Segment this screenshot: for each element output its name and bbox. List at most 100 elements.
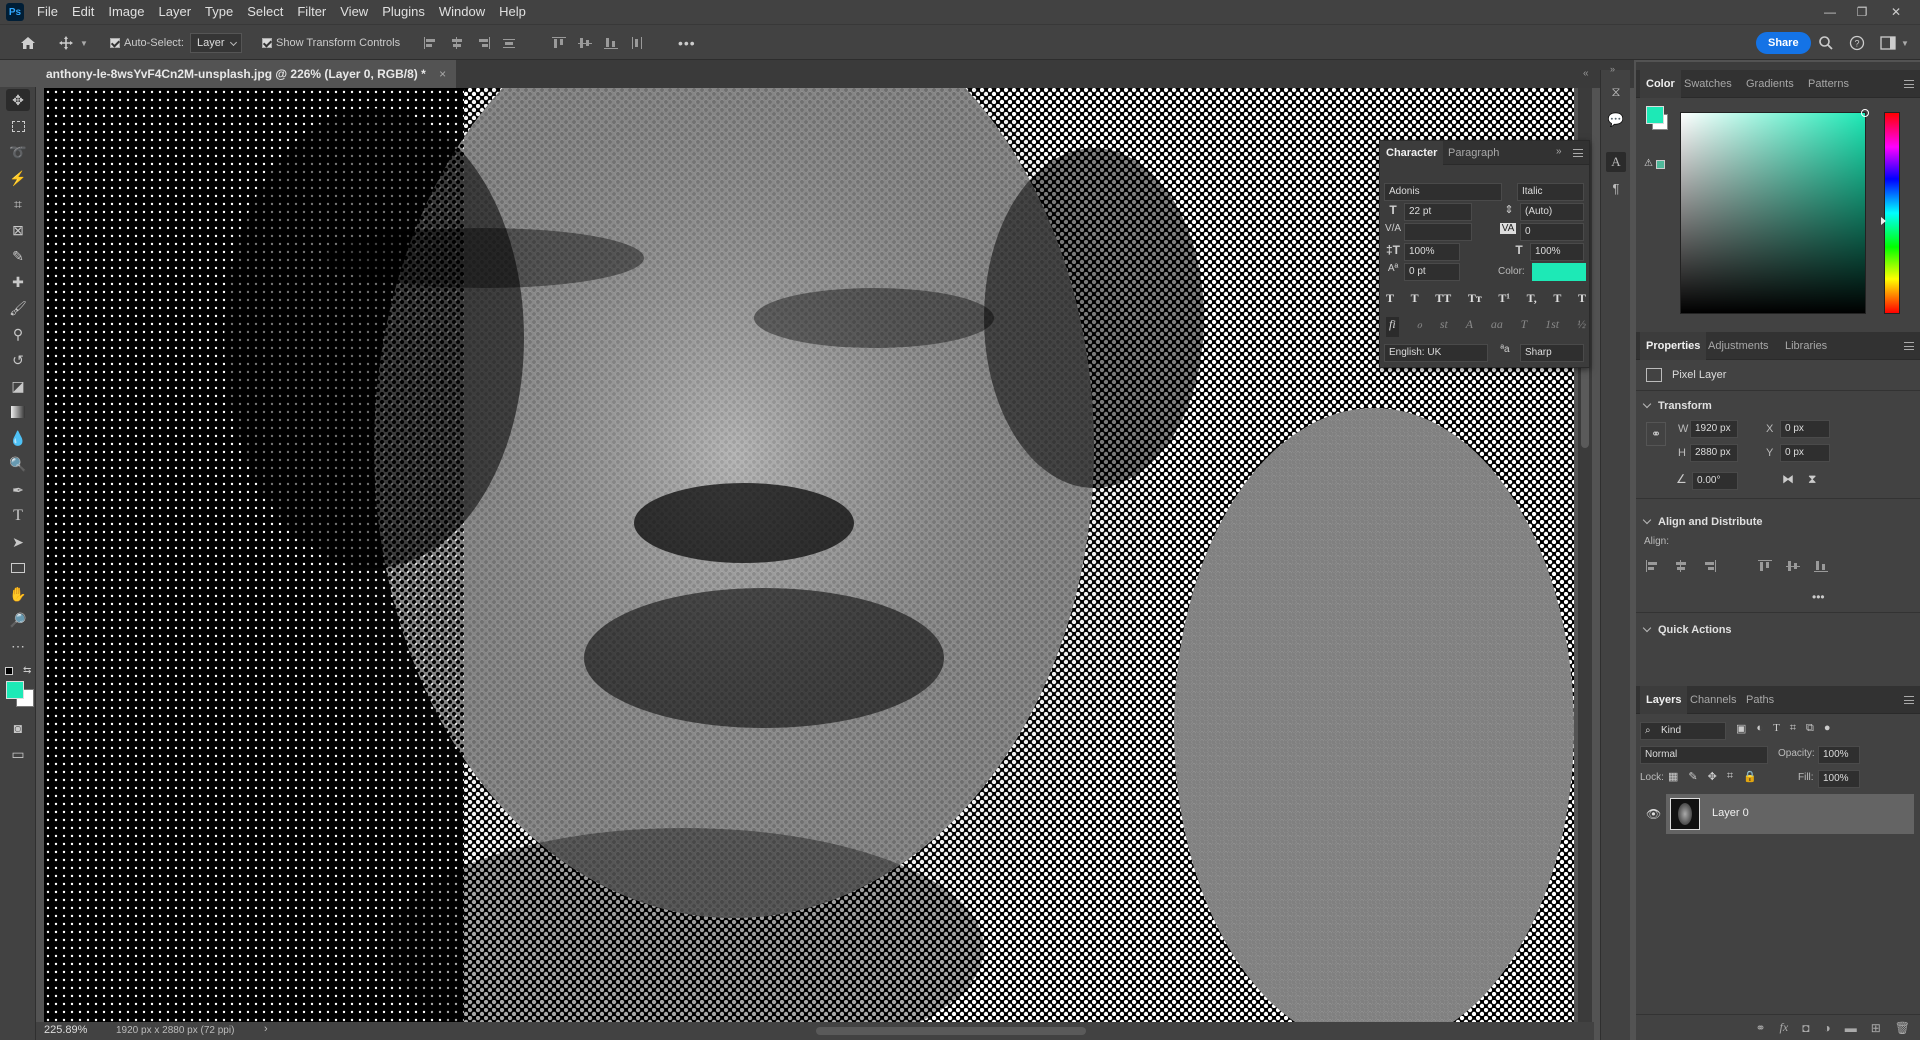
menu-edit[interactable]: Edit bbox=[65, 0, 101, 24]
gamut-swatch[interactable] bbox=[1656, 160, 1665, 169]
zoom-tool-icon[interactable]: 🔎 bbox=[6, 609, 30, 631]
tab-gradients[interactable]: Gradients bbox=[1740, 70, 1800, 98]
more-options-icon[interactable]: ••• bbox=[678, 25, 696, 61]
collapse-panel-icon[interactable]: » bbox=[1556, 146, 1562, 157]
align-top-icon[interactable] bbox=[1758, 560, 1772, 572]
paragraph-panel-icon[interactable]: ¶ bbox=[1606, 178, 1626, 198]
crop-tool-icon[interactable]: ⌗ bbox=[6, 193, 30, 215]
antialias-select[interactable]: Sharp bbox=[1520, 344, 1584, 362]
status-menu-arrow[interactable]: › bbox=[264, 1023, 268, 1035]
font-style-select[interactable]: Italic bbox=[1517, 183, 1584, 201]
tab-swatches[interactable]: Swatches bbox=[1678, 70, 1738, 98]
character-panel-icon[interactable]: A bbox=[1606, 152, 1626, 172]
lock-all-icon[interactable]: 🔒 bbox=[1743, 770, 1757, 783]
menu-window[interactable]: Window bbox=[432, 0, 492, 24]
dodge-tool-icon[interactable]: 🔍 bbox=[6, 453, 30, 475]
hue-slider-handle[interactable] bbox=[1881, 217, 1886, 225]
close-window-icon[interactable]: ✕ bbox=[1882, 0, 1910, 24]
blur-tool-icon[interactable]: 💧 bbox=[6, 427, 30, 449]
foreground-color-swatch[interactable] bbox=[6, 681, 24, 699]
new-layer-icon[interactable]: ⊞ bbox=[1871, 1021, 1881, 1035]
align-right-icon[interactable] bbox=[1702, 560, 1716, 572]
brush-tool-icon[interactable]: 🖌 bbox=[6, 297, 30, 319]
distribute-vertical-icon[interactable] bbox=[630, 37, 644, 49]
tracking-field[interactable]: 0 bbox=[1520, 223, 1584, 241]
language-select[interactable]: English: UK bbox=[1384, 344, 1488, 362]
opentype-button-5[interactable]: T bbox=[1521, 317, 1528, 337]
tab-character[interactable]: Character bbox=[1380, 141, 1444, 165]
comments-panel-icon[interactable]: 💬 bbox=[1606, 110, 1626, 130]
layer-filter-select[interactable]: ⌕ Kind bbox=[1640, 722, 1726, 740]
menu-layer[interactable]: Layer bbox=[152, 0, 199, 24]
adjustment-layer-icon[interactable]: ◑ bbox=[1823, 1021, 1830, 1035]
type-style-button-2[interactable]: TT bbox=[1435, 291, 1451, 311]
more-align-options-icon[interactable]: ••• bbox=[1812, 590, 1825, 604]
align-left-icon[interactable] bbox=[1646, 560, 1660, 572]
lock-artboard-icon[interactable]: ⌗ bbox=[1727, 770, 1733, 783]
share-button[interactable]: Share bbox=[1756, 32, 1811, 54]
search-icon[interactable] bbox=[1818, 25, 1834, 61]
align-distribute-section-header[interactable]: Align and Distribute bbox=[1644, 516, 1763, 528]
chevron-down-icon[interactable]: ▼ bbox=[1901, 39, 1909, 48]
opentype-button-4[interactable]: aa bbox=[1491, 317, 1503, 337]
quick-actions-section-header[interactable]: Quick Actions bbox=[1644, 624, 1732, 636]
font-family-select[interactable]: Adonis bbox=[1384, 183, 1502, 201]
tab-color[interactable]: Color bbox=[1640, 70, 1681, 98]
opentype-button-0[interactable]: fi bbox=[1386, 317, 1399, 337]
tab-paragraph[interactable]: Paragraph bbox=[1442, 141, 1505, 165]
help-icon[interactable]: ? bbox=[1849, 25, 1865, 61]
color-picker-marker[interactable] bbox=[1861, 109, 1869, 117]
smart-object-filter-icon[interactable]: ⧉ bbox=[1806, 722, 1814, 735]
link-layers-icon[interactable]: ⚭ bbox=[1755, 1021, 1765, 1035]
new-group-icon[interactable]: ▬ bbox=[1845, 1021, 1857, 1035]
font-size-field[interactable]: 22 pt bbox=[1404, 203, 1472, 221]
tab-layers[interactable]: Layers bbox=[1640, 686, 1688, 714]
distribute-icon[interactable] bbox=[502, 37, 516, 49]
history-panel-icon[interactable]: ⧖ bbox=[1606, 82, 1626, 102]
type-style-button-1[interactable]: T bbox=[1411, 291, 1419, 311]
document-canvas[interactable] bbox=[44, 88, 1574, 1022]
filter-toggle-icon[interactable]: ● bbox=[1824, 722, 1831, 735]
lock-transparent-icon[interactable]: ▦ bbox=[1668, 770, 1678, 783]
height-field[interactable]: 2880 px bbox=[1690, 444, 1738, 462]
menu-type[interactable]: Type bbox=[198, 0, 240, 24]
menu-filter[interactable]: Filter bbox=[290, 0, 333, 24]
menu-help[interactable]: Help bbox=[492, 0, 533, 24]
align-bottom-icon[interactable] bbox=[604, 37, 618, 49]
align-right-icon[interactable] bbox=[476, 37, 490, 49]
text-color-swatch[interactable] bbox=[1532, 263, 1586, 281]
align-center-h-icon[interactable] bbox=[1674, 560, 1688, 572]
edit-toolbar-icon[interactable]: ⋯ bbox=[6, 635, 30, 657]
zoom-level[interactable]: 225.89% bbox=[44, 1024, 87, 1036]
tab-channels[interactable]: Channels bbox=[1684, 686, 1742, 714]
opentype-button-1[interactable]: ℴ bbox=[1416, 317, 1422, 337]
opentype-button-3[interactable]: A bbox=[1466, 317, 1473, 337]
lock-position-icon[interactable]: ✥ bbox=[1708, 770, 1717, 783]
screen-mode-icon[interactable]: ▭ bbox=[6, 743, 30, 765]
hand-tool-icon[interactable]: ✋ bbox=[6, 583, 30, 605]
eraser-tool-icon[interactable]: ◪ bbox=[6, 375, 30, 397]
menu-file[interactable]: File bbox=[30, 0, 65, 24]
panel-menu-icon[interactable] bbox=[1904, 80, 1914, 88]
menu-select[interactable]: Select bbox=[240, 0, 290, 24]
fx-icon[interactable]: fx bbox=[1780, 1020, 1789, 1035]
width-field[interactable]: 1920 px bbox=[1690, 420, 1738, 438]
move-tool-preset-icon[interactable]: ▼ bbox=[58, 25, 88, 61]
type-style-button-0[interactable]: T bbox=[1386, 291, 1394, 311]
layer-name[interactable]: Layer 0 bbox=[1712, 807, 1749, 819]
x-field[interactable]: 0 px bbox=[1780, 420, 1830, 438]
menu-plugins[interactable]: Plugins bbox=[375, 0, 432, 24]
align-top-icon[interactable] bbox=[552, 37, 566, 49]
kerning-field[interactable] bbox=[1404, 223, 1472, 241]
tab-patterns[interactable]: Patterns bbox=[1802, 70, 1855, 98]
default-colors-icon[interactable] bbox=[5, 667, 13, 675]
layer-row[interactable]: Layer 0 bbox=[1666, 794, 1914, 834]
clone-stamp-tool-icon[interactable]: ⚲ bbox=[6, 323, 30, 345]
trash-icon[interactable]: 🗑 bbox=[1895, 1021, 1910, 1035]
transform-section-header[interactable]: Transform bbox=[1644, 400, 1712, 412]
checkbox-checked-icon[interactable] bbox=[110, 38, 120, 48]
pen-tool-icon[interactable]: ✒ bbox=[6, 479, 30, 501]
workspace-icon[interactable]: ▼ bbox=[1880, 25, 1909, 61]
hue-slider[interactable] bbox=[1881, 112, 1900, 314]
document-tab[interactable]: anthony-le-8wsYvF4Cn2M-unsplash.jpg @ 22… bbox=[36, 60, 457, 88]
